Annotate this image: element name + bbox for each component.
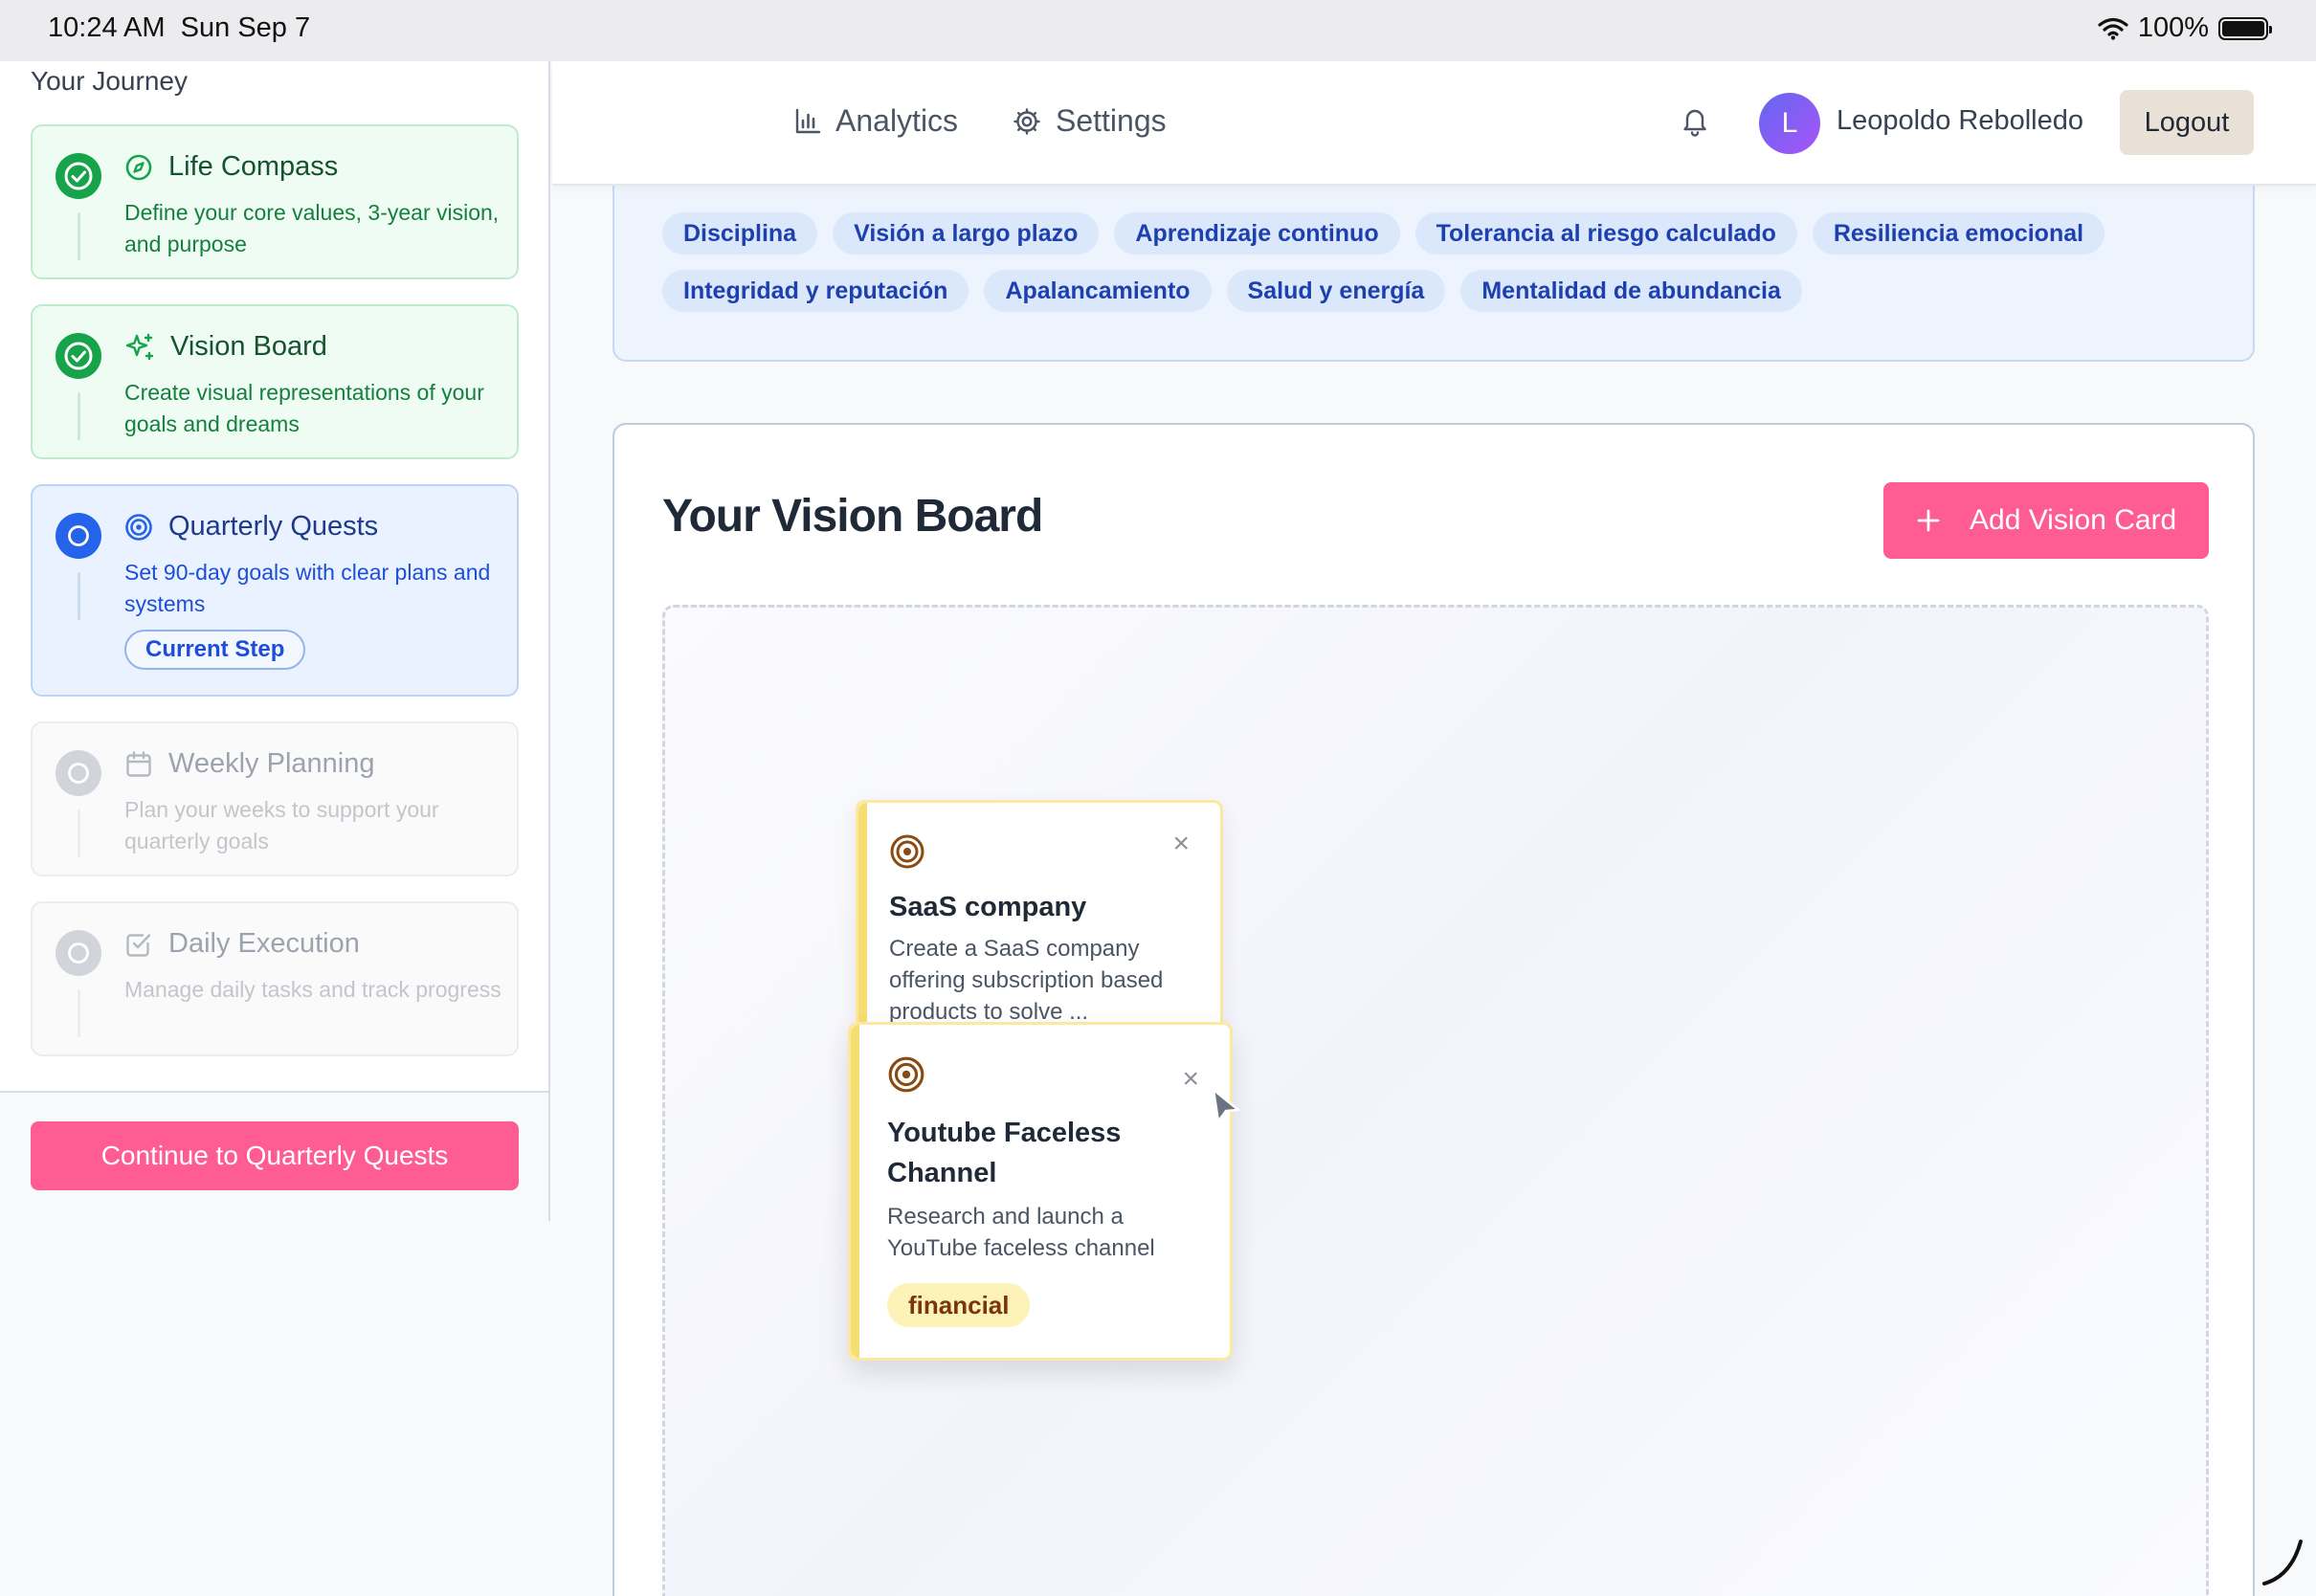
value-chip: Tolerancia al riesgo calculado bbox=[1414, 212, 1797, 255]
sidebar-title: Your Journey bbox=[31, 66, 188, 96]
locked-step-icon bbox=[56, 750, 101, 796]
step-description: Manage daily tasks and track progress bbox=[124, 977, 501, 1002]
step-title: Weekly Planning bbox=[168, 748, 375, 779]
journey-step-life-compass[interactable]: Life Compass Define your core values, 3-… bbox=[31, 124, 519, 279]
step-description: Set 90-day goals with clear plans and sy… bbox=[124, 560, 491, 616]
close-icon[interactable]: × bbox=[1172, 830, 1190, 858]
vision-card-saas-company[interactable]: × SaaS company Create a SaaS company off… bbox=[856, 800, 1223, 1030]
value-chip: Apalancamiento bbox=[984, 270, 1212, 312]
journey-step-weekly-planning[interactable]: Weekly Planning Plan your weeks to suppo… bbox=[31, 721, 519, 876]
sparkles-icon bbox=[125, 333, 154, 360]
core-values-list: Disciplina Visión a largo plazo Aprendiz… bbox=[662, 212, 2213, 312]
step-connector bbox=[78, 392, 80, 440]
card-accent bbox=[858, 803, 867, 1027]
status-right: 100% bbox=[2098, 12, 2272, 44]
value-chip: Salud y energía bbox=[1226, 270, 1446, 312]
locked-step-icon bbox=[56, 930, 101, 976]
vision-card-title: Youtube Faceless Channel bbox=[887, 1118, 1122, 1188]
target-icon bbox=[887, 1055, 925, 1094]
step-title: Daily Execution bbox=[168, 928, 360, 959]
calendar-icon bbox=[126, 750, 151, 777]
step-connector bbox=[78, 809, 80, 857]
step-description: Plan your weeks to support your quarterl… bbox=[124, 797, 439, 853]
step-connector bbox=[78, 989, 80, 1037]
journey-sidebar: Your Journey Life Compass Define your co… bbox=[0, 61, 550, 1221]
bar-chart-icon bbox=[795, 108, 821, 133]
top-nav-bar: Analytics Settings L Leopoldo Rebolledo … bbox=[552, 61, 2316, 186]
logout-button[interactable]: Logout bbox=[2120, 90, 2254, 155]
category-tag: financial bbox=[887, 1283, 1031, 1327]
value-chip: Resiliencia emocional bbox=[1812, 212, 2105, 255]
add-vision-card-button[interactable]: Add Vision Card bbox=[1883, 482, 2209, 559]
battery-icon bbox=[2218, 16, 2272, 40]
journey-step-quarterly-quests[interactable]: Quarterly Quests Set 90-day goals with c… bbox=[31, 484, 519, 697]
vision-card-title: SaaS company bbox=[889, 892, 1087, 922]
continue-button[interactable]: Continue to Quarterly Quests bbox=[31, 1121, 519, 1190]
plus-icon bbox=[1917, 509, 1940, 532]
step-title: Quarterly Quests bbox=[168, 511, 379, 542]
value-chip: Disciplina bbox=[662, 212, 818, 255]
vision-board-title: Your Vision Board bbox=[662, 491, 1043, 542]
wifi-icon bbox=[2098, 17, 2128, 40]
nav-settings[interactable]: Settings bbox=[1012, 103, 1167, 139]
checkbox-icon bbox=[126, 933, 151, 957]
value-chip: Mentalidad de abundancia bbox=[1460, 270, 1802, 312]
step-connector bbox=[78, 212, 80, 260]
step-connector bbox=[78, 572, 80, 620]
value-chip: Aprendizaje continuo bbox=[1114, 212, 1400, 255]
completed-check-icon bbox=[56, 153, 101, 199]
status-bar: 10:24 AM Sun Sep 7 100% bbox=[0, 0, 2316, 61]
step-description: Create visual representations of your go… bbox=[124, 380, 484, 436]
value-chip: Integridad y reputación bbox=[662, 270, 969, 312]
completed-check-icon bbox=[56, 333, 101, 379]
vision-card-description: Research and launch a YouTube faceless c… bbox=[887, 1204, 1155, 1261]
status-time: 10:24 AM Sun Sep 7 bbox=[48, 12, 311, 43]
nav-label: Settings bbox=[1056, 103, 1167, 138]
vision-card-description: Create a SaaS company offering subscript… bbox=[889, 936, 1164, 1025]
add-vision-card-label: Add Vision Card bbox=[1970, 504, 2177, 536]
target-icon bbox=[889, 833, 925, 870]
step-title: Vision Board bbox=[170, 331, 327, 362]
resize-handle-icon[interactable] bbox=[2259, 1536, 2306, 1588]
compass-icon bbox=[125, 154, 152, 180]
journey-step-vision-board[interactable]: Vision Board Create visual representatio… bbox=[31, 304, 519, 459]
user-name: Leopoldo Rebolledo bbox=[1837, 105, 2083, 136]
notifications-bell-icon[interactable] bbox=[1680, 105, 1710, 138]
value-chip: Visión a largo plazo bbox=[833, 212, 1100, 255]
current-step-icon bbox=[56, 513, 101, 559]
close-icon[interactable]: × bbox=[1182, 1065, 1199, 1094]
step-description: Define your core values, 3-year vision, … bbox=[124, 200, 500, 256]
step-title: Life Compass bbox=[168, 151, 339, 182]
pointer-cursor-icon bbox=[1212, 1088, 1240, 1123]
journey-step-daily-execution[interactable]: Daily Execution Manage daily tasks and t… bbox=[31, 901, 519, 1056]
nav-analytics[interactable]: Analytics bbox=[793, 103, 958, 139]
card-accent bbox=[851, 1025, 859, 1358]
current-step-badge: Current Step bbox=[124, 630, 306, 670]
nav-label: Analytics bbox=[835, 103, 959, 138]
vision-card-youtube-faceless-channel[interactable]: × Youtube Faceless Channel Research and … bbox=[848, 1022, 1233, 1361]
target-icon bbox=[125, 513, 152, 541]
avatar[interactable]: L bbox=[1759, 93, 1820, 154]
battery-percent: 100% bbox=[2137, 12, 2209, 43]
gear-icon bbox=[1013, 107, 1040, 135]
